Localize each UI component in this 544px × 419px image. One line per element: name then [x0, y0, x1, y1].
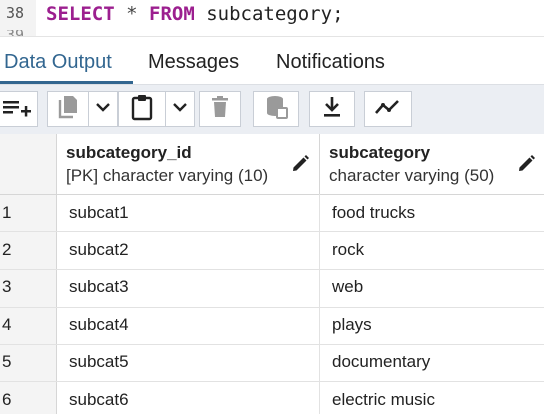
cell-subcategory[interactable]: rock — [332, 240, 364, 260]
sql-editor[interactable]: 38 39 SELECT * FROM subcategory; — [0, 0, 544, 36]
chevron-down-icon — [172, 100, 188, 118]
data-toolbar — [0, 84, 544, 136]
table-row[interactable]: 3 subcat3 web — [0, 270, 544, 308]
row-number: 4 — [2, 315, 12, 334]
table-row[interactable]: 1 subcat1 food trucks — [0, 194, 544, 232]
table-row[interactable]: 5 subcat5 documentary — [0, 344, 544, 382]
download-button[interactable] — [309, 91, 355, 127]
copy-button[interactable] — [47, 91, 89, 127]
download-icon — [321, 95, 343, 124]
cell-subcategory[interactable]: documentary — [332, 352, 430, 372]
column-type-subcategory: character varying (50) — [329, 166, 495, 185]
add-row-icon — [2, 96, 32, 123]
add-row-button[interactable] — [0, 91, 38, 127]
table-row[interactable]: 2 subcat2 rock — [0, 232, 544, 270]
edit-column-icon[interactable] — [290, 154, 310, 179]
graph-icon — [374, 97, 402, 122]
cell-subcategory[interactable]: electric music — [332, 390, 435, 410]
copy-icon — [56, 94, 80, 125]
line-number: 38 — [6, 4, 25, 22]
cell-subcategory-id[interactable]: subcat6 — [69, 390, 129, 410]
sql-line[interactable]: SELECT * FROM subcategory; — [46, 3, 344, 25]
row-number: 1 — [2, 203, 12, 222]
table-row[interactable]: 4 subcat4 plays — [0, 307, 544, 345]
row-number: 5 — [2, 352, 12, 371]
column-type-subcategory-id: [PK] character varying (10) — [66, 166, 269, 185]
result-tabs: Data Output Messages Notifications — [0, 36, 544, 85]
grid-header: subcategory_id [PK] character varying (1… — [0, 134, 544, 195]
cell-subcategory[interactable]: food trucks — [332, 203, 415, 223]
column-divider[interactable] — [319, 134, 320, 194]
graph-visualiser-button[interactable] — [364, 91, 412, 127]
edit-column-icon[interactable] — [516, 154, 536, 179]
keyword-from: FROM — [149, 3, 195, 25]
column-name-subcategory-id[interactable]: subcategory_id — [66, 143, 192, 163]
table-row[interactable]: 6 subcat6 electric music — [0, 382, 544, 419]
cell-subcategory-id[interactable]: subcat3 — [69, 277, 129, 297]
row-number: 3 — [2, 277, 12, 296]
column-name-subcategory[interactable]: subcategory — [329, 143, 430, 163]
cell-subcategory-id[interactable]: subcat2 — [69, 240, 129, 260]
chevron-down-icon — [95, 100, 111, 118]
cell-subcategory-id[interactable]: subcat1 — [69, 203, 129, 223]
delete-row-button[interactable] — [199, 91, 241, 127]
copy-options-dropdown[interactable] — [88, 91, 118, 127]
paste-icon — [130, 93, 154, 126]
data-grid: subcategory_id [PK] character varying (1… — [0, 134, 544, 414]
cell-subcategory-id[interactable]: subcat5 — [69, 352, 129, 372]
paste-button[interactable] — [118, 91, 166, 127]
save-data-button[interactable] — [253, 91, 299, 127]
row-number: 2 — [2, 240, 12, 259]
save-data-icon — [264, 94, 288, 125]
keyword-select: SELECT — [46, 3, 115, 25]
paste-options-dropdown[interactable] — [165, 91, 195, 127]
tab-notifications[interactable]: Notifications — [276, 51, 385, 74]
tab-data-output[interactable]: Data Output — [4, 51, 112, 74]
table-identifier: subcategory — [206, 3, 333, 25]
tab-messages[interactable]: Messages — [148, 51, 239, 74]
cell-subcategory[interactable]: plays — [332, 315, 372, 335]
cell-subcategory[interactable]: web — [332, 277, 363, 297]
delete-icon — [210, 95, 230, 124]
line-gutter: 38 39 — [0, 0, 36, 36]
row-number: 6 — [2, 390, 12, 409]
semicolon: ; — [332, 3, 344, 25]
cell-subcategory-id[interactable]: subcat4 — [69, 315, 129, 335]
star-operator: * — [126, 3, 138, 25]
